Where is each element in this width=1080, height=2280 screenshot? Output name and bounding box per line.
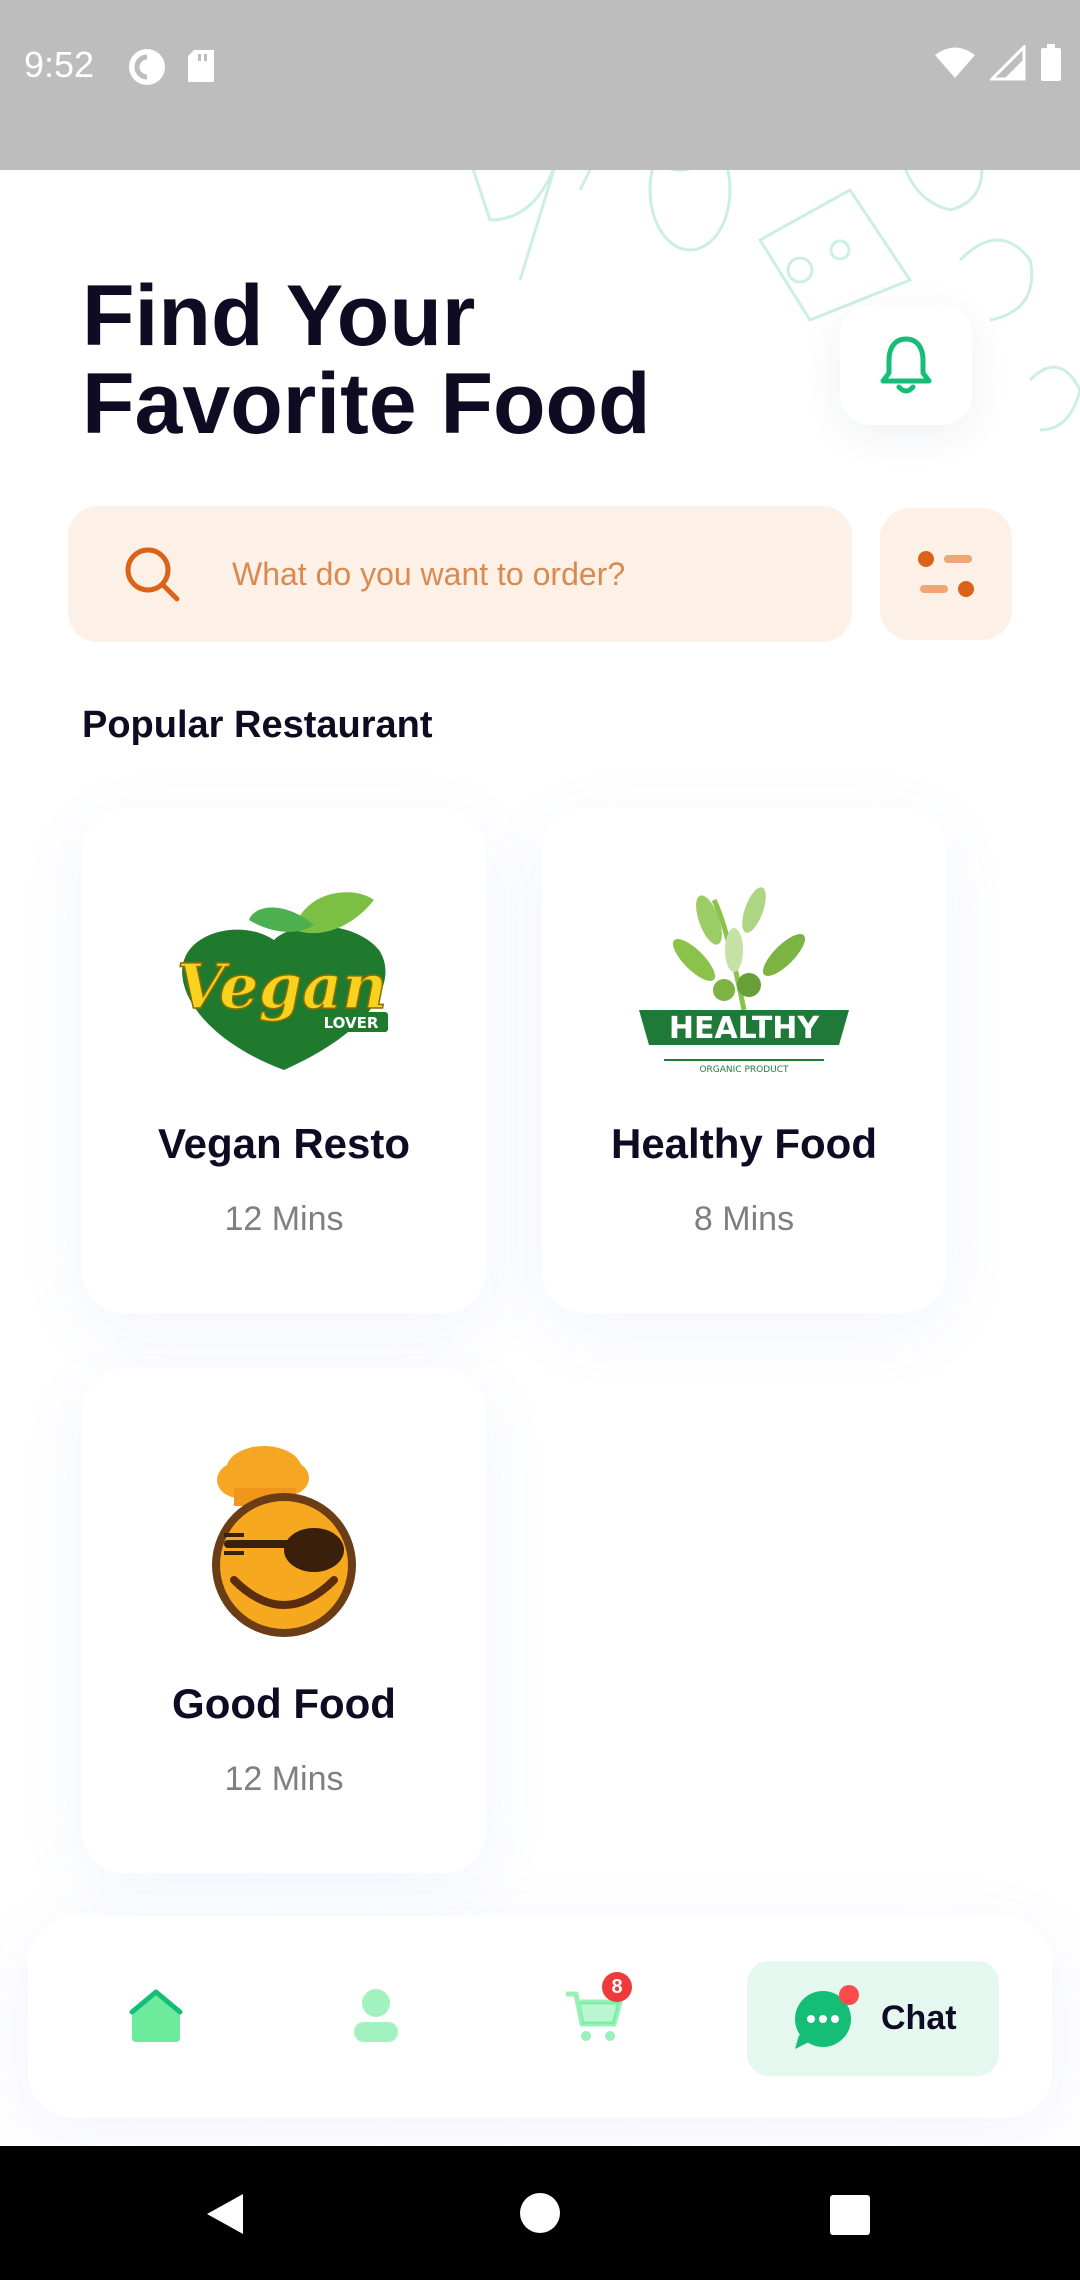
restaurant-name: Healthy Food	[610, 1120, 877, 1167]
system-nav-bar	[0, 2146, 1080, 2280]
sd-card-icon	[188, 50, 214, 82]
pocket-casts-icon	[129, 49, 165, 85]
restaurant-card-good-food[interactable]: Good Food 12 Mins	[82, 1368, 486, 1873]
restaurant-time: 12 Mins	[224, 1760, 344, 1798]
restaurant-name: Vegan Resto	[157, 1120, 411, 1167]
svg-text:LOVER: LOVER	[324, 1014, 379, 1032]
healthy-organic-logo: HEALTHY ORGANIC PRODUCT	[639, 887, 849, 1075]
restaurant-card-vegan-resto[interactable]: Vegan LOVER Vegan Resto 12 Mins	[82, 808, 486, 1313]
svg-text:HEALTHY: HEALTHY	[669, 1011, 821, 1046]
vegan-lover-logo: Vegan LOVER	[176, 892, 388, 1070]
section-title-popular-restaurant: Popular Restaurant	[82, 704, 433, 746]
back-icon[interactable]	[205, 2192, 245, 2236]
search-bar[interactable]: What do you want to order?	[68, 506, 852, 642]
page-title-line2: Favorite Food	[82, 356, 651, 452]
restaurant-card-healthy-food[interactable]: HEALTHY ORGANIC PRODUCT Healthy Food 8 M…	[542, 808, 946, 1313]
bottom-nav: 8 Chat	[28, 1916, 1052, 2118]
notification-button[interactable]	[840, 305, 972, 425]
wifi-icon	[935, 47, 975, 78]
restaurant-time: 8 Mins	[693, 1200, 795, 1238]
page-title-line1: Find Your	[82, 268, 476, 364]
restaurant-time: 12 Mins	[224, 1200, 344, 1238]
chat-label: Chat	[881, 1999, 957, 2037]
status-time: 9:52	[24, 44, 95, 85]
cart-badge: 8	[602, 1972, 632, 2002]
svg-text:ORGANIC PRODUCT: ORGANIC PRODUCT	[699, 1065, 789, 1075]
page-title: Find Your Favorite Food	[82, 272, 651, 448]
nav-home[interactable]	[116, 1976, 196, 2056]
profile-icon	[354, 1989, 398, 2042]
battery-icon	[1041, 44, 1061, 81]
search-input[interactable]: What do you want to order?	[232, 556, 625, 593]
chef-smiley-logo	[212, 1446, 356, 1637]
home-circle-icon[interactable]	[519, 2192, 561, 2234]
search-icon	[125, 547, 180, 602]
nav-cart[interactable]: 8	[554, 1972, 634, 2056]
nav-profile[interactable]	[336, 1976, 416, 2056]
cell-signal-icon	[990, 45, 1026, 81]
filter-button[interactable]	[880, 508, 1012, 640]
nav-chat[interactable]: Chat	[747, 1961, 999, 2076]
recents-square-icon[interactable]	[829, 2194, 871, 2236]
bell-icon	[880, 336, 932, 394]
restaurant-name: Good Food	[172, 1680, 396, 1727]
filter-icon	[918, 551, 974, 597]
chat-icon	[795, 1985, 859, 2049]
home-icon	[129, 1989, 183, 2042]
status-bar: 9:52	[0, 0, 1080, 170]
